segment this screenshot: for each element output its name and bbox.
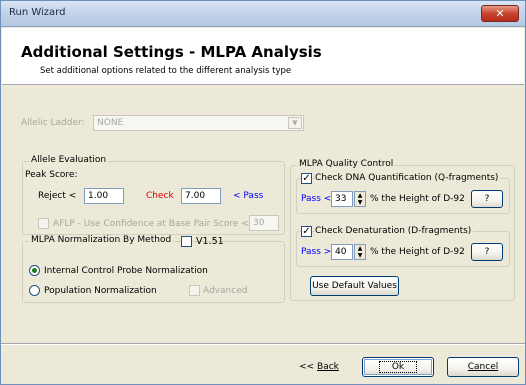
den-threshold-spinner[interactable]: ▲ ▼ [354,244,366,260]
v151-label: V1.51 [196,236,224,247]
run-wizard-window: Run Wizard ✕ Additional Settings - MLPA … [0,0,526,385]
back-label: Back [317,362,339,372]
wizard-header: Additional Settings - MLPA Analysis Set … [2,28,524,85]
dna-threshold-input[interactable]: 33 [331,191,353,207]
footer-divider [1,343,525,345]
reject-threshold-input[interactable]: 1.00 [84,188,124,204]
dna-help-button[interactable]: ? [471,190,503,208]
aflp-confidence-checkbox[interactable] [38,218,49,229]
allelic-ladder-label: Allelic Ladder: [21,118,85,128]
ok-button[interactable]: Ok [362,357,434,377]
internal-control-radio[interactable] [29,265,40,276]
title-bar[interactable]: Run Wizard ✕ [1,1,525,27]
advanced-checkbox[interactable] [189,285,200,296]
denaturation-checkbox[interactable]: ✓ [301,226,312,237]
allelic-ladder-value: NONE [97,118,124,128]
population-normalization-radio[interactable] [29,285,40,296]
population-normalization-label: Population Normalization [44,286,157,296]
page-subtitle: Set additional options related to the di… [40,66,292,76]
back-button[interactable]: << Back [283,357,355,377]
close-button[interactable]: ✕ [481,5,519,22]
dna-threshold-spinner[interactable]: ▲ ▼ [354,191,366,207]
den-help-button[interactable]: ? [471,243,503,261]
internal-control-label: Internal Control Probe Normalization [44,266,208,276]
v151-checkbox[interactable] [181,236,192,247]
pass-label: < Pass [233,191,264,201]
chevron-down-icon[interactable]: ▼ [288,117,302,129]
peak-score-label: Peak Score: [25,170,78,180]
denaturation-label: Check Denaturation (D-fragments) [315,226,474,236]
window-title: Run Wizard [9,7,66,18]
cancel-button[interactable]: Cancel [447,357,519,377]
use-default-values-button[interactable]: Use Default Values [310,276,399,296]
ok-label: Ok [378,361,418,373]
den-threshold-input[interactable]: 40 [331,244,353,260]
aflp-confidence-label: AFLP - Use Confidence at Base Pair Score… [53,219,249,229]
check-threshold-input[interactable]: 7.00 [181,188,221,204]
dna-quantification-label: Check DNA Quantification (Q-fragments) [315,173,501,183]
aflp-score-input[interactable]: 30 [249,215,279,231]
dna-threshold-suffix: % the Height of D-92 [370,194,465,204]
check-label: Check [146,191,174,201]
page-title: Additional Settings - MLPA Analysis [21,43,322,61]
den-pass-label: Pass > [301,247,332,257]
back-arrows: << [299,362,318,372]
advanced-label: Advanced [203,286,248,296]
dna-quantification-checkbox[interactable]: ✓ [301,173,312,184]
den-threshold-suffix: % the Height of D-92 [370,247,465,257]
reject-label: Reject < [38,191,77,201]
mlpa-quality-title: MLPA Quality Control [297,159,396,169]
cancel-label: Cancel [467,362,499,372]
dna-pass-label: Pass < [301,194,332,204]
allele-evaluation-title: Allele Evaluation [29,155,109,165]
allelic-ladder-select[interactable]: NONE ▼ [93,115,304,131]
mlpa-normalization-title: MLPA Normalization By Method [29,235,174,245]
